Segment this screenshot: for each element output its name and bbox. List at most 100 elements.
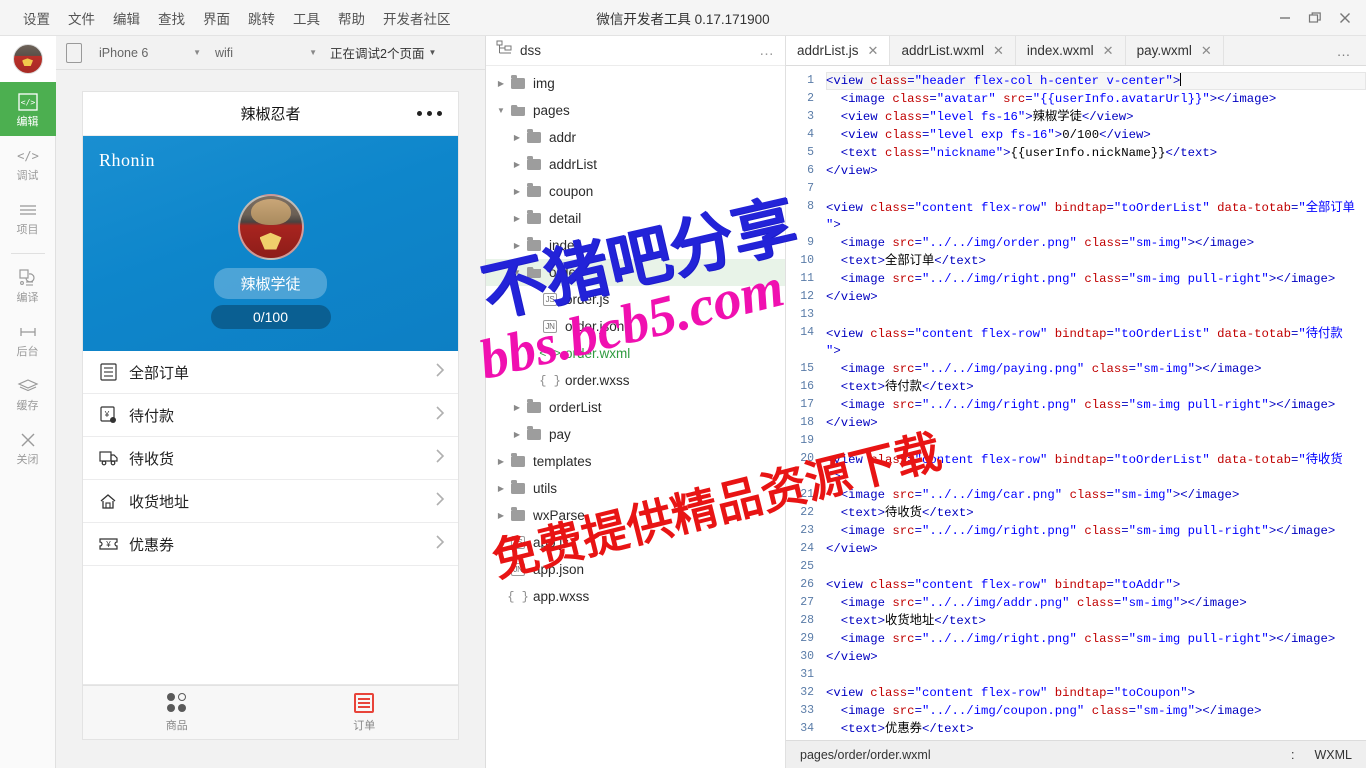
status-language[interactable]: WXML (1315, 748, 1353, 762)
chevron-right-icon[interactable]: ▶ (494, 484, 508, 493)
tree-folder[interactable]: ▼ order (486, 259, 785, 286)
chevron-right-icon[interactable]: ▶ (510, 160, 524, 169)
code-line[interactable] (826, 306, 1366, 324)
code-line[interactable]: "> (826, 468, 1366, 486)
chevron-down-icon[interactable]: ▼ (494, 106, 508, 115)
code-line[interactable]: <image src="../../img/order.png" class="… (826, 234, 1366, 252)
tree-folder[interactable]: ▶ detail (486, 205, 785, 232)
code-line[interactable]: </view> (826, 288, 1366, 306)
menu-item-settings[interactable]: 设置 (14, 4, 59, 32)
menu-item-community[interactable]: 开发者社区 (374, 4, 460, 32)
tree-folder[interactable]: ▶ addrList (486, 151, 785, 178)
tree-folder[interactable]: ▶ utils (486, 475, 785, 502)
tree-folder[interactable]: ▼ pages (486, 97, 785, 124)
code-line[interactable]: <text class="nickname">{{userInfo.nickNa… (826, 144, 1366, 162)
menu-item-interface[interactable]: 界面 (194, 4, 239, 32)
code-line[interactable] (826, 558, 1366, 576)
rail-item-background[interactable]: 后台 (0, 312, 56, 366)
code-line[interactable]: <image src="../../img/addr.png" class="s… (826, 594, 1366, 612)
code-line[interactable]: <view class="level fs-16">辣椒学徒</view> (826, 108, 1366, 126)
menu-row-shipping-address[interactable]: 收货地址 (83, 480, 458, 523)
chevron-right-icon[interactable]: ▶ (510, 133, 524, 142)
code-line[interactable]: <image src="../../img/right.png" class="… (826, 630, 1366, 648)
chevron-right-icon[interactable]: ▶ (494, 79, 508, 88)
chevron-right-icon[interactable]: ▶ (494, 511, 508, 520)
tree-file[interactable]: < > order.wxml (486, 340, 785, 367)
code-line[interactable]: <text>待付款</text> (826, 378, 1366, 396)
chevron-down-icon[interactable]: ▼ (510, 268, 524, 277)
avatar[interactable] (0, 36, 56, 82)
code-line[interactable]: <text>优惠券</text> (826, 720, 1366, 738)
menu-row-coupon[interactable]: ¥ 优惠券 (83, 523, 458, 566)
editor-tab-addrlist-js[interactable]: addrList.js ✕ (786, 36, 891, 65)
close-icon[interactable]: ✕ (1103, 43, 1114, 59)
close-icon[interactable]: ✕ (993, 43, 1004, 59)
chevron-right-icon[interactable]: ▶ (510, 214, 524, 223)
chevron-right-icon[interactable]: ▶ (494, 457, 508, 466)
code-line[interactable]: <view class="content flex-row" bindtap="… (826, 450, 1366, 468)
code-line[interactable]: </view> (826, 648, 1366, 666)
code-line[interactable]: <image src="../../img/coupon.png" class=… (826, 702, 1366, 720)
code-line[interactable]: "> (826, 216, 1366, 234)
minimize-button[interactable] (1270, 3, 1300, 33)
tree-folder[interactable]: ▶ orderList (486, 394, 785, 421)
rotate-device-button[interactable] (66, 42, 82, 63)
tree-file[interactable]: JS app.js (486, 529, 785, 556)
tree-file[interactable]: JS order.js (486, 286, 785, 313)
debug-status-dropdown[interactable]: 正在调试2个页面 ▼ (330, 43, 436, 62)
rail-item-edit[interactable]: </> 编辑 (0, 82, 56, 136)
code-line[interactable]: <view class="content flex-row" bindtap="… (826, 324, 1366, 342)
code-area[interactable]: 1 2 3 4 5 6 7 8 9 10 11 12 13 14 15 16 17 18 19 20 21 22 23 24 2… (786, 66, 1366, 740)
menu-item-help[interactable]: 帮助 (329, 4, 374, 32)
chevron-right-icon[interactable]: ▶ (510, 403, 524, 412)
tree-file[interactable]: JN order.json (486, 313, 785, 340)
tree-file[interactable]: JN app.json (486, 556, 785, 583)
chevron-right-icon[interactable]: ▶ (510, 241, 524, 250)
file-tree-body[interactable]: ▶ img ▼ pages ▶ addr ▶ addrList ▶ coupon ▶ detail ▶ i… (486, 66, 785, 768)
code-line[interactable]: <text>待收货</text> (826, 504, 1366, 522)
menu-item-tools[interactable]: 工具 (284, 4, 329, 32)
editor-tab-addrlist-wxml[interactable]: addrList.wxml ✕ (890, 36, 1016, 65)
more-dots-icon[interactable] (417, 111, 442, 116)
tab-products[interactable]: 商品 (83, 686, 271, 739)
code-line[interactable]: <text>全部订单</text> (826, 252, 1366, 270)
tree-more-button[interactable]: … (759, 42, 775, 59)
menu-item-file[interactable]: 文件 (59, 4, 104, 32)
menu-item-goto[interactable]: 跳转 (239, 4, 284, 32)
code-line[interactable]: <image src="../../img/paying.png" class=… (826, 360, 1366, 378)
tree-folder[interactable]: ▶ addr (486, 124, 785, 151)
rail-item-debug[interactable]: </> 调试 (0, 136, 56, 190)
code-line[interactable]: <image src="../../img/right.png" class="… (826, 522, 1366, 540)
code-line[interactable]: "> (826, 342, 1366, 360)
code-line[interactable]: <image class="avatar" src="{{userInfo.av… (826, 90, 1366, 108)
device-select[interactable]: iPhone 6 ▼ (92, 42, 208, 64)
editor-tab-pay-wxml[interactable]: pay.wxml ✕ (1125, 36, 1224, 65)
code-line[interactable]: </view> (826, 414, 1366, 432)
code-line[interactable]: <view class="level exp fs-16">0/100</vie… (826, 126, 1366, 144)
menu-row-all-orders[interactable]: 全部订单 (83, 351, 458, 394)
code-line[interactable]: <view class="header flex-col h-center v-… (826, 72, 1366, 90)
code-line[interactable]: <view class="content flex-row" bindtap="… (826, 576, 1366, 594)
tree-folder[interactable]: ▶ pay (486, 421, 785, 448)
tree-file[interactable]: { } app.wxss (486, 583, 785, 610)
code-line[interactable]: <image src="../../img/car.png" class="sm… (826, 486, 1366, 504)
menu-item-find[interactable]: 查找 (149, 4, 194, 32)
tree-folder[interactable]: ▶ coupon (486, 178, 785, 205)
restore-button[interactable] (1300, 3, 1330, 33)
editor-tabs-more-button[interactable]: … (1323, 36, 1366, 65)
close-button[interactable] (1330, 3, 1360, 33)
code-line[interactable]: </view> (826, 162, 1366, 180)
code-line[interactable]: <image src="../../img/right.png" class="… (826, 396, 1366, 414)
code-line[interactable]: <text>收货地址</text> (826, 612, 1366, 630)
menu-row-pending-delivery[interactable]: 待收货 (83, 437, 458, 480)
rail-item-project[interactable]: 项目 (0, 190, 56, 244)
chevron-right-icon[interactable]: ▶ (510, 187, 524, 196)
rail-item-cache[interactable]: 缓存 (0, 366, 56, 420)
editor-tab-index-wxml[interactable]: index.wxml ✕ (1015, 36, 1126, 65)
tree-folder[interactable]: ▶ index (486, 232, 785, 259)
rail-item-close[interactable]: 关闭 (0, 420, 56, 474)
menu-item-edit[interactable]: 编辑 (104, 4, 149, 32)
code-line[interactable] (826, 666, 1366, 684)
menu-row-pending-payment[interactable]: ¥ 待付款 (83, 394, 458, 437)
tab-orders[interactable]: 订单 (271, 686, 459, 739)
